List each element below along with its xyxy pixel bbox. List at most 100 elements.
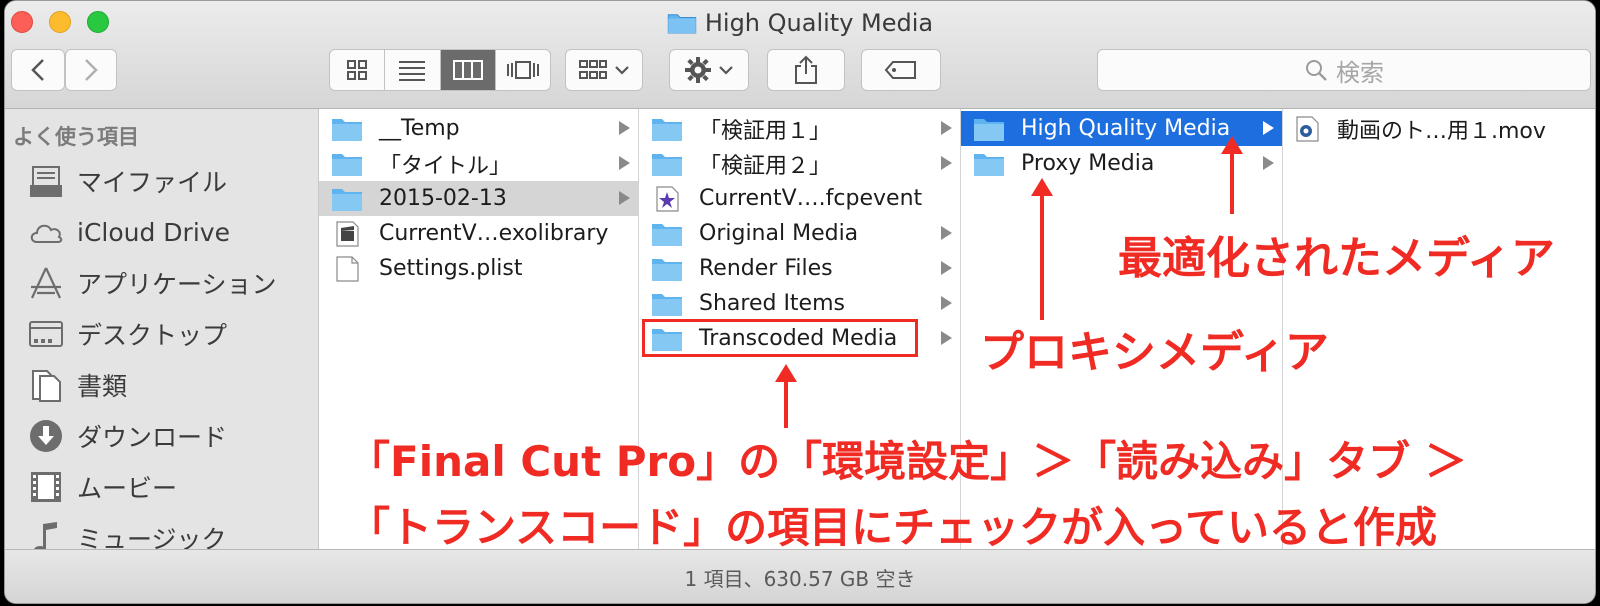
highlight-box-transcoded-media (642, 319, 918, 357)
folder-icon (652, 153, 682, 176)
item-name: 動画のト…用１.mov (1337, 118, 1546, 144)
item-name: 「検証用１」 (699, 118, 832, 144)
documents-icon (32, 370, 61, 402)
search-field[interactable]: 検索 (1097, 49, 1591, 91)
window-title-text: High Quality Media (704, 9, 934, 37)
folder-icon (332, 118, 362, 141)
annotation-line-2: 「トランスコード」の項目にチェックが入っていると作成 (348, 503, 1438, 552)
disclosure-arrow-icon (941, 156, 952, 170)
item-name: High Quality Media (1021, 116, 1231, 141)
disclosure-arrow-icon (941, 226, 952, 240)
item-name: Shared Items (699, 291, 845, 316)
folder-icon (652, 223, 682, 246)
sidebar-item-downloads[interactable]: ダウンロード (27, 414, 227, 458)
icon-view-button[interactable] (330, 50, 386, 90)
sidebar: よく使う項目 マイファイル iCloud Drive アプリケーション デスクト… (5, 109, 319, 554)
coverflow-view-button[interactable] (496, 50, 550, 90)
download-icon (30, 420, 62, 452)
sidebar-item-desktop[interactable]: デスクトップ (27, 312, 227, 356)
tag-icon (884, 61, 916, 79)
folder-icon (974, 118, 1004, 141)
chevron-down-icon (615, 66, 629, 75)
annotation-optimized-media: 最適化されたメディア (1118, 233, 1555, 284)
list-item[interactable]: CurrentV…exolibrary (319, 216, 638, 251)
list-item[interactable]: Original Media (639, 216, 960, 251)
list-item[interactable]: 「検証用２」 (639, 146, 960, 181)
disclosure-arrow-icon (941, 296, 952, 310)
list-item[interactable]: 「検証用１」 (639, 111, 960, 146)
sidebar-item-all-my-files[interactable]: マイファイル (27, 159, 227, 203)
folder-icon (652, 118, 682, 141)
list-item[interactable]: Settings.plist (319, 251, 638, 286)
share-button[interactable] (767, 49, 845, 91)
columns-icon (452, 60, 483, 80)
folder-icon (974, 153, 1004, 176)
sidebar-item-label: デスクトップ (77, 321, 228, 350)
sidebar-item-label: 書類 (77, 372, 128, 401)
disclosure-arrow-icon (1263, 121, 1274, 135)
arrange-button[interactable] (565, 49, 643, 91)
sidebar-header: よく使う項目 (13, 125, 139, 149)
search-icon (1306, 60, 1327, 81)
disclosure-arrow-icon (941, 261, 952, 275)
annotation-line-1: 「Final Cut Pro」の「環境設定」＞「読み込み」タブ ＞ (348, 437, 1467, 486)
item-name: 「タイトル」 (379, 153, 512, 179)
arrow-up-icon (1031, 178, 1053, 320)
document-file-icon (336, 255, 359, 282)
arrow-up-icon (1221, 136, 1243, 214)
list-item[interactable]: 動画のト…用１.mov (1283, 111, 1595, 146)
gear-icon (685, 57, 711, 83)
disclosure-arrow-icon (941, 331, 952, 345)
toolbar: High Quality Media 検索 (5, 1, 1595, 109)
share-icon (795, 55, 817, 84)
item-name: CurrentV…exolibrary (379, 221, 609, 246)
desktop-icon (29, 321, 63, 347)
list-item[interactable]: 「タイトル」 (319, 146, 638, 181)
disclosure-arrow-icon (619, 121, 630, 135)
item-name: Proxy Media (1021, 151, 1155, 176)
disclosure-arrow-icon (619, 156, 630, 170)
item-name: Original Media (699, 221, 859, 246)
sidebar-item-label: ダウンロード (77, 423, 228, 452)
disclosure-arrow-icon (1263, 156, 1274, 170)
forward-button[interactable] (65, 49, 117, 91)
sidebar-item-applications[interactable]: アプリケーション (27, 261, 277, 305)
coverflow-icon (506, 61, 539, 79)
tags-button[interactable] (861, 49, 941, 91)
sidebar-item-label: アプリケーション (77, 270, 277, 299)
clapperboard-file-icon (336, 220, 359, 247)
status-bar: 1 項目、630.57 GB 空き (5, 549, 1595, 603)
sidebar-item-icloud-drive[interactable]: iCloud Drive (27, 210, 230, 254)
sidebar-item-movies[interactable]: ムービー (27, 465, 177, 509)
list-item[interactable]: Render Files (639, 251, 960, 286)
item-name: __Temp (379, 116, 460, 141)
folder-icon (332, 153, 362, 176)
list-item[interactable]: CurrentV….fcpevent (639, 181, 960, 216)
movie-file-icon (1296, 115, 1319, 142)
window-title: High Quality Media (5, 9, 1595, 37)
applications-icon (31, 267, 61, 299)
list-icon (399, 61, 426, 81)
sidebar-item-documents[interactable]: 書類 (27, 363, 127, 407)
item-name: Settings.plist (379, 256, 523, 281)
sidebar-item-label: ムービー (77, 474, 178, 503)
star-file-icon (656, 185, 679, 212)
annotation-proxy-media: プロキシメディア (980, 327, 1329, 378)
item-name: 2015-02-13 (379, 186, 507, 211)
folder-icon (652, 293, 682, 316)
cloud-icon (30, 224, 63, 243)
back-button[interactable] (11, 49, 65, 91)
movies-icon (31, 472, 61, 502)
action-button[interactable] (669, 49, 749, 91)
chevron-left-icon (31, 59, 44, 81)
item-name: Render Files (699, 256, 833, 281)
column-view-button[interactable] (440, 50, 496, 90)
list-view-button[interactable] (385, 50, 441, 90)
list-item-selected[interactable]: 2015-02-13 (319, 181, 638, 216)
search-placeholder: 検索 (1336, 58, 1384, 87)
sidebar-item-label: iCloud Drive (77, 217, 230, 247)
sidebar-item-label: マイファイル (77, 168, 228, 197)
list-item[interactable]: __Temp (319, 111, 638, 146)
list-item[interactable]: Shared Items (639, 286, 960, 321)
folder-icon (667, 14, 697, 34)
